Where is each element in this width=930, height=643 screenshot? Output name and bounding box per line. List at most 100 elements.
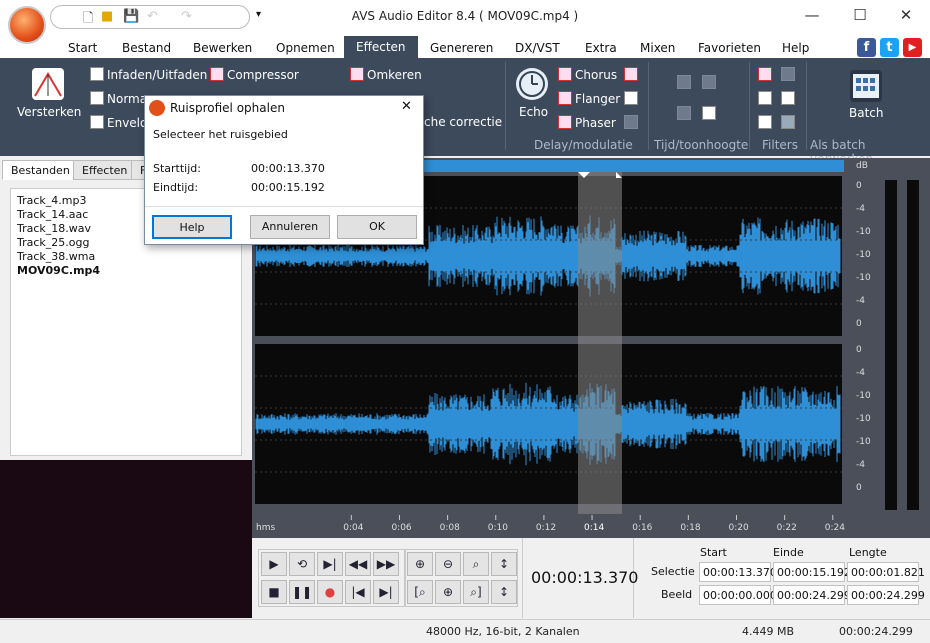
list-item[interactable]: Track_4.mp3 [17,194,86,207]
app-logo-icon[interactable] [8,6,46,44]
menu-extra[interactable]: Extra [585,41,617,55]
envelope-label: Envelo [107,116,148,130]
stop-button[interactable]: ■ [261,580,287,604]
selection-region[interactable] [578,172,622,530]
youtube-icon[interactable]: ▶ [903,38,922,57]
loop-button[interactable]: ⟲ [289,552,315,576]
normalize-button[interactable]: Norma [90,91,147,106]
db-tick-label: -4 [856,460,865,470]
close-button[interactable]: ✕ [891,6,921,24]
reverse-label: Omkeren [367,68,422,82]
menu-favorieten[interactable]: Favorieten [698,41,761,55]
flanger-button[interactable]: Flanger [558,91,620,106]
versterken-button[interactable]: Versterken [17,105,81,119]
playback-group: ▶ ⟲ ▶| ◀◀ ▶▶ ■ ❚❚ ● |◀ ▶| [258,549,406,607]
help-button[interactable]: Help [152,215,232,239]
fade-button[interactable]: Infaden/Uitfaden [90,67,207,82]
zoom-group: ⊕ ⊖ ⌕ ↕ [⌕ ⊕ ⌕] ↕ [404,549,518,607]
chorus-icon [558,67,572,81]
zoom-100-icon[interactable]: ⌕ [463,552,489,576]
menu-effecten[interactable]: Effecten [344,36,418,58]
effect-extra-2[interactable] [624,91,641,106]
menu-genereren[interactable]: Genereren [430,41,493,55]
twitter-icon[interactable]: t [880,38,899,57]
zoom-right-icon[interactable]: ⌕] [463,580,489,604]
time-2[interactable] [677,106,719,121]
menu-start[interactable]: Start [68,41,97,55]
zoom-vertical-icon[interactable]: ↕ [491,552,517,576]
envelope-button[interactable]: Envelo [90,115,147,130]
chorus-button[interactable]: Chorus [558,67,617,82]
filter-2[interactable] [758,91,798,106]
transport-panel: ▶ ⟲ ▶| ◀◀ ▶▶ ■ ❚❚ ● |◀ ▶| ⊕ ⊖ ⌕ ↕ [⌕ ⊕ ⌕… [252,538,930,618]
db-unit-label: dB [856,161,868,171]
selection-end-field[interactable]: 00:00:15.192 [773,562,851,582]
fade-icon [90,67,104,81]
cancel-button[interactable]: Annuleren [250,215,330,239]
normalize-label: Norma [107,92,148,106]
eq-icon [758,67,772,81]
zoom-out-icon[interactable]: ⊖ [435,552,461,576]
list-item[interactable]: Track_18.wav [17,222,91,235]
start-time-label: Starttijd: [153,162,201,175]
zoom-fit-icon[interactable]: ⊕ [435,580,461,604]
view-start-field[interactable]: 00:00:00.000 [699,585,777,605]
zoom-vertical-out-icon[interactable]: ↕ [491,580,517,604]
rewind-button[interactable]: ◀◀ [345,552,371,576]
list-item-selected[interactable]: MOV09C.mp4 [17,264,100,277]
tab-bestanden[interactable]: Bestanden [2,160,79,180]
dialog-close-icon[interactable]: ✕ [401,99,412,114]
selection-length-field[interactable]: 00:00:01.821 [847,562,925,582]
tab-effecten[interactable]: Effecten [73,160,137,180]
group-delay-label: Delay/modulatie [534,138,633,152]
effect-extra-3[interactable] [624,115,641,130]
view-length-field[interactable]: 00:00:24.299 [847,585,925,605]
zoom-in-icon[interactable]: ⊕ [407,552,433,576]
record-button[interactable]: ● [317,580,343,604]
effect-extra-1-icon [624,67,638,81]
facebook-icon[interactable]: f [857,38,876,57]
go-end-button[interactable]: ▶| [373,580,399,604]
compressor-button[interactable]: Compressor [210,67,299,82]
pause-button[interactable]: ❚❚ [289,580,315,604]
db-tick-label: -4 [856,296,865,306]
view-end-field[interactable]: 00:00:24.299 [773,585,851,605]
chorus-label: Chorus [575,68,618,82]
level-meter-right [907,180,919,510]
menu-opnemen[interactable]: Opnemen [276,41,335,55]
length-header: Lengte [849,546,887,559]
filter-1[interactable] [758,67,798,82]
selection-start-field[interactable]: 00:00:13.370 [699,562,777,582]
play-button[interactable]: ▶ [261,552,287,576]
batch-button[interactable]: Batch [849,106,884,120]
list-item[interactable]: Track_25.ogg [17,236,89,249]
filter-3[interactable] [758,115,798,130]
menu-bestand[interactable]: Bestand [122,41,171,55]
time-tick-label: 0:24 [825,523,845,533]
menu-mixen[interactable]: Mixen [640,41,675,55]
maximize-button[interactable]: ☐ [845,6,875,24]
echo-icon [516,68,548,100]
forward-button[interactable]: ▶▶ [373,552,399,576]
effect-extra-1[interactable] [624,67,641,82]
time-1[interactable] [677,75,719,90]
menu-dx-vst[interactable]: DX/VST [515,41,560,55]
phaser-button[interactable]: Phaser [558,115,616,130]
menu-bewerken[interactable]: Bewerken [193,41,252,55]
minimize-button[interactable]: — [797,6,827,24]
menu-help[interactable]: Help [782,41,809,55]
reverse-button[interactable]: Omkeren [350,67,422,82]
echo-button[interactable]: Echo [519,105,548,119]
ok-button[interactable]: OK [337,215,417,239]
db-tick-label: -4 [856,368,865,378]
go-start-button[interactable]: |◀ [345,580,371,604]
normalize-icon [90,91,104,105]
play-next-button[interactable]: ▶| [317,552,343,576]
list-item[interactable]: Track_14.aac [17,208,88,221]
correction-button[interactable]: che correctie [424,115,502,129]
amplify-icon [32,68,64,100]
db-tick-label: 0 [856,319,862,329]
time-tick-label: 0:10 [488,523,508,533]
list-item[interactable]: Track_38.wma [17,250,95,263]
zoom-selection-icon[interactable]: [⌕ [407,580,433,604]
